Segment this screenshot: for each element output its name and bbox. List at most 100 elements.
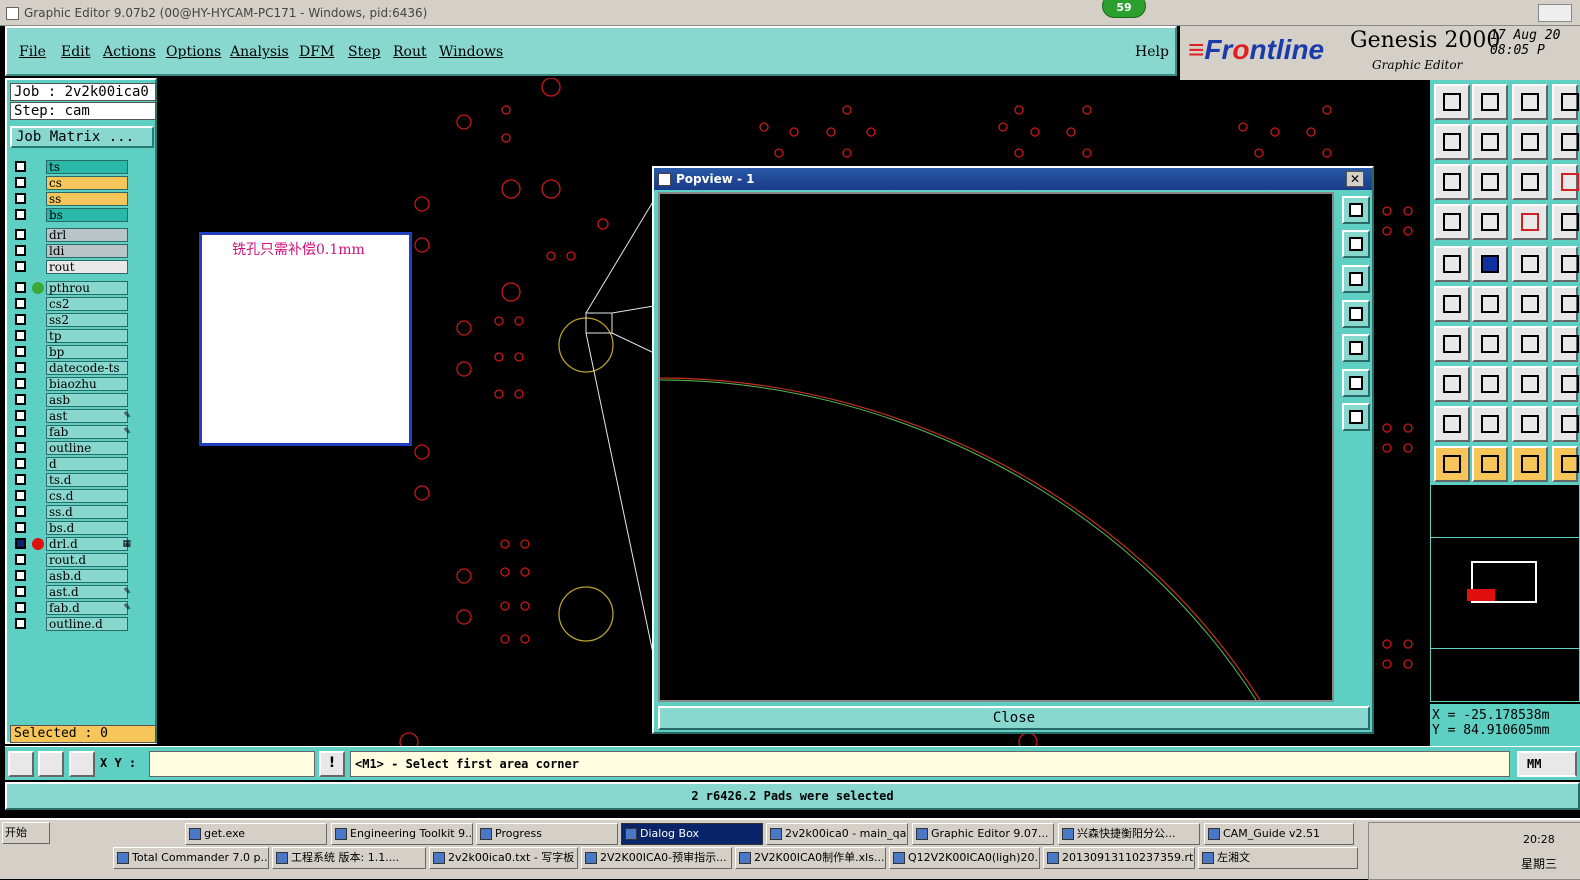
layer-checkbox[interactable]: [15, 229, 26, 240]
popview-window[interactable]: Popview - 1 ✕ Close: [652, 166, 1374, 734]
tool-button-5-1[interactable]: [1472, 286, 1508, 322]
tool-button-9-3[interactable]: [1552, 446, 1579, 482]
layer-name[interactable]: bp: [46, 345, 128, 359]
grid-tool-button[interactable]: [69, 751, 95, 777]
layer-name[interactable]: ldi: [46, 244, 128, 258]
layer-name[interactable]: ss.d: [46, 505, 128, 519]
layer-checkbox[interactable]: [15, 458, 26, 469]
layer-checkbox[interactable]: [15, 586, 26, 597]
tool-button-3-1[interactable]: [1472, 204, 1508, 240]
taskbar-item[interactable]: Q12V2K00ICA0(ligh)20...: [889, 847, 1040, 869]
layer-row[interactable]: bp: [15, 345, 130, 359]
tool-button-7-1[interactable]: [1472, 366, 1508, 402]
layer-row[interactable]: ast.d ✎: [15, 585, 131, 599]
taskbar-item[interactable]: 工程系统 版本: 1.1....: [272, 847, 426, 869]
taskbar-item[interactable]: 2V2K00ICA0制作单.xls...: [735, 847, 886, 869]
layer-name[interactable]: ast: [46, 409, 128, 423]
layer-row[interactable]: cs2: [15, 297, 130, 311]
layer-checkbox[interactable]: [15, 209, 26, 220]
layer-checkbox[interactable]: [15, 362, 26, 373]
layer-name[interactable]: tp: [46, 329, 128, 343]
layer-name[interactable]: asb: [46, 393, 128, 407]
tool-button-7-2[interactable]: [1512, 366, 1548, 402]
layer-checkbox[interactable]: [15, 193, 26, 204]
tool-button-9-1[interactable]: [1472, 446, 1508, 482]
layer-affected-dot[interactable]: [32, 282, 44, 294]
layer-row[interactable]: fab.d ✎: [15, 601, 131, 615]
layer-name[interactable]: ss: [46, 192, 128, 206]
tool-button-6-2[interactable]: [1512, 326, 1548, 362]
layer-checkbox[interactable]: [15, 282, 26, 293]
popview-tool-2[interactable]: [1342, 230, 1370, 258]
layer-row[interactable]: asb.d: [15, 569, 130, 583]
layer-row[interactable]: pthrou: [15, 281, 130, 295]
layer-name[interactable]: datecode-ts: [46, 361, 128, 375]
taskbar-item[interactable]: CAM_Guide v2.51: [1204, 823, 1354, 845]
layer-row[interactable]: outline.d: [15, 617, 130, 631]
tool-button-5-3[interactable]: [1552, 286, 1579, 322]
layer-name[interactable]: bs: [46, 208, 128, 222]
tool-button-9-0[interactable]: [1434, 446, 1470, 482]
tool-button-7-0[interactable]: [1434, 366, 1470, 402]
menu-step[interactable]: Step: [348, 44, 380, 60]
layer-name[interactable]: biaozhu: [46, 377, 128, 391]
layer-name[interactable]: rout.d: [46, 553, 128, 567]
layer-row[interactable]: tp: [15, 329, 130, 343]
snap-tool-button[interactable]: [8, 751, 34, 777]
layer-checkbox[interactable]: [15, 570, 26, 581]
tool-button-3-2[interactable]: [1512, 204, 1548, 240]
layer-checkbox[interactable]: [15, 506, 26, 517]
tool-button-8-2[interactable]: [1512, 406, 1548, 442]
popview-close-button[interactable]: Close: [658, 706, 1370, 730]
layer-row[interactable]: ast ✎: [15, 409, 131, 423]
layer-name[interactable]: cs2: [46, 297, 128, 311]
layer-checkbox[interactable]: [15, 474, 26, 485]
layer-row[interactable]: ts: [15, 160, 130, 174]
tool-button-6-3[interactable]: [1552, 326, 1579, 362]
layer-name[interactable]: ast.d: [46, 585, 128, 599]
layer-checkbox[interactable]: [15, 330, 26, 341]
layer-row[interactable]: drl: [15, 228, 130, 242]
layer-name[interactable]: bs.d: [46, 521, 128, 535]
layer-name[interactable]: fab: [46, 425, 128, 439]
tool-button-1-1[interactable]: [1472, 124, 1508, 160]
menu-file[interactable]: File: [19, 44, 46, 60]
layer-name[interactable]: fab.d: [46, 601, 128, 615]
tool-button-3-3[interactable]: [1552, 204, 1579, 240]
layer-row[interactable]: ldi: [15, 244, 130, 258]
notification-badge[interactable]: 59: [1102, 0, 1146, 18]
layer-checkbox[interactable]: [15, 245, 26, 256]
layer-checkbox[interactable]: [15, 177, 26, 188]
tool-button-5-2[interactable]: [1512, 286, 1548, 322]
tool-button-2-2[interactable]: [1512, 164, 1548, 200]
taskbar-item[interactable]: 20130913110237359.rt...: [1043, 847, 1195, 869]
layer-name[interactable]: pthrou: [46, 281, 128, 295]
layer-checkbox[interactable]: [15, 394, 26, 405]
tool-button-8-1[interactable]: [1472, 406, 1508, 442]
popview-titlebar[interactable]: Popview - 1: [654, 168, 1372, 190]
taskbar-item[interactable]: Engineering Toolkit 9....: [331, 823, 473, 845]
layer-checkbox[interactable]: [15, 554, 26, 565]
taskbar-item[interactable]: Total Commander 7.0 p...: [113, 847, 269, 869]
layer-checkbox[interactable]: [15, 442, 26, 453]
layer-name[interactable]: outline: [46, 441, 128, 455]
layer-name[interactable]: asb.d: [46, 569, 128, 583]
layer-row[interactable]: rout: [15, 260, 130, 274]
maximize-button[interactable]: [1538, 4, 1572, 22]
layer-checkbox[interactable]: [15, 161, 26, 172]
layer-row[interactable]: ss: [15, 192, 130, 206]
popview-tool-6[interactable]: [1342, 369, 1370, 397]
overview-map[interactable]: [1430, 484, 1580, 702]
tool-button-2-0[interactable]: [1434, 164, 1470, 200]
menu-help[interactable]: Help: [1135, 44, 1169, 60]
tool-button-8-0[interactable]: [1434, 406, 1470, 442]
layer-name[interactable]: drl: [46, 228, 128, 242]
xy-input[interactable]: [149, 751, 315, 777]
alert-button[interactable]: !: [319, 751, 345, 777]
layer-row[interactable]: cs: [15, 176, 130, 190]
layer-name[interactable]: outline.d: [46, 617, 128, 631]
tool-button-1-0[interactable]: [1434, 124, 1470, 160]
tool-button-5-0[interactable]: [1434, 286, 1470, 322]
tool-button-2-1[interactable]: [1472, 164, 1508, 200]
layer-checkbox[interactable]: [15, 538, 26, 549]
